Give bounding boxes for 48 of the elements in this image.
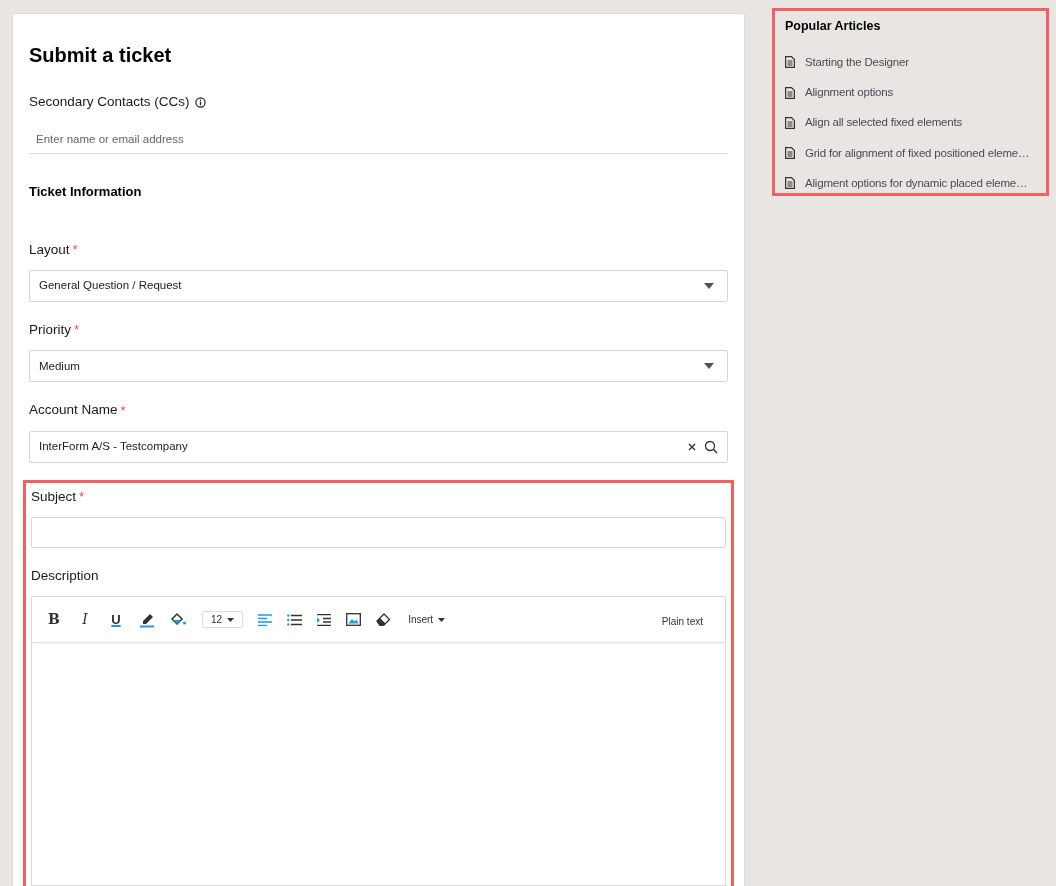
panel-title: Popular Articles xyxy=(785,18,882,35)
article-link[interactable]: Starting the Designer xyxy=(805,53,909,71)
article-link[interactable]: Alignment options xyxy=(805,84,894,102)
pen-icon[interactable] xyxy=(139,611,155,628)
italic-button[interactable]: I xyxy=(77,609,93,630)
document-icon xyxy=(785,86,795,99)
document-icon xyxy=(785,56,795,69)
field-label: Description xyxy=(31,566,99,585)
bold-button[interactable]: B xyxy=(46,609,62,630)
font-size-dropdown[interactable]: 12 xyxy=(202,611,244,628)
plain-text-toggle[interactable]: Plain text xyxy=(661,613,703,629)
search-icon[interactable] xyxy=(704,439,718,454)
clear-icon[interactable] xyxy=(688,442,696,451)
section-heading: Ticket Information xyxy=(29,183,143,202)
required-mark: * xyxy=(72,241,78,260)
article-link[interactable]: Align all selected fixed elements xyxy=(805,114,963,132)
required-mark: * xyxy=(74,321,80,340)
dropdown[interactable]: Medium xyxy=(29,350,728,383)
field-label: Account Name xyxy=(29,401,118,420)
eraser-icon[interactable] xyxy=(376,613,392,626)
document-icon xyxy=(785,147,795,160)
page-title: Submit a ticket xyxy=(29,43,173,68)
caret-icon xyxy=(704,363,714,370)
align-left-icon[interactable] xyxy=(258,613,273,626)
dropdown[interactable]: General Question / Request xyxy=(29,270,728,302)
lookup-field[interactable]: InterForm A/S - Testcompany xyxy=(29,430,728,463)
paint-bucket-icon[interactable] xyxy=(170,612,187,627)
indent-icon[interactable] xyxy=(317,613,332,626)
field-label: Secondary Contacts (CCs) xyxy=(29,93,190,111)
caret-icon xyxy=(438,617,446,622)
article-link[interactable]: Grid for alignment of fixed positioned eleme… xyxy=(805,144,1030,162)
document-icon xyxy=(785,177,795,190)
underline-button[interactable]: U xyxy=(108,609,124,630)
image-icon[interactable] xyxy=(346,613,362,626)
info-icon[interactable] xyxy=(194,96,206,108)
field-label: Layout xyxy=(29,240,70,259)
caret-icon xyxy=(704,283,714,289)
insert-menu[interactable]: Insert xyxy=(408,612,446,627)
document-icon xyxy=(785,116,795,129)
required-mark: * xyxy=(120,401,126,420)
required-mark: * xyxy=(79,487,85,506)
email-input-field[interactable]: Enter name or email address xyxy=(29,124,728,155)
article-link[interactable]: Aligment options for dynamic placed eleme… xyxy=(805,174,1028,192)
caret-icon xyxy=(227,617,235,622)
bullet-list-icon[interactable] xyxy=(287,613,303,626)
field-label: Subject xyxy=(31,487,77,506)
subject-input-field[interactable] xyxy=(31,516,726,548)
field-label: Priority xyxy=(29,321,71,339)
